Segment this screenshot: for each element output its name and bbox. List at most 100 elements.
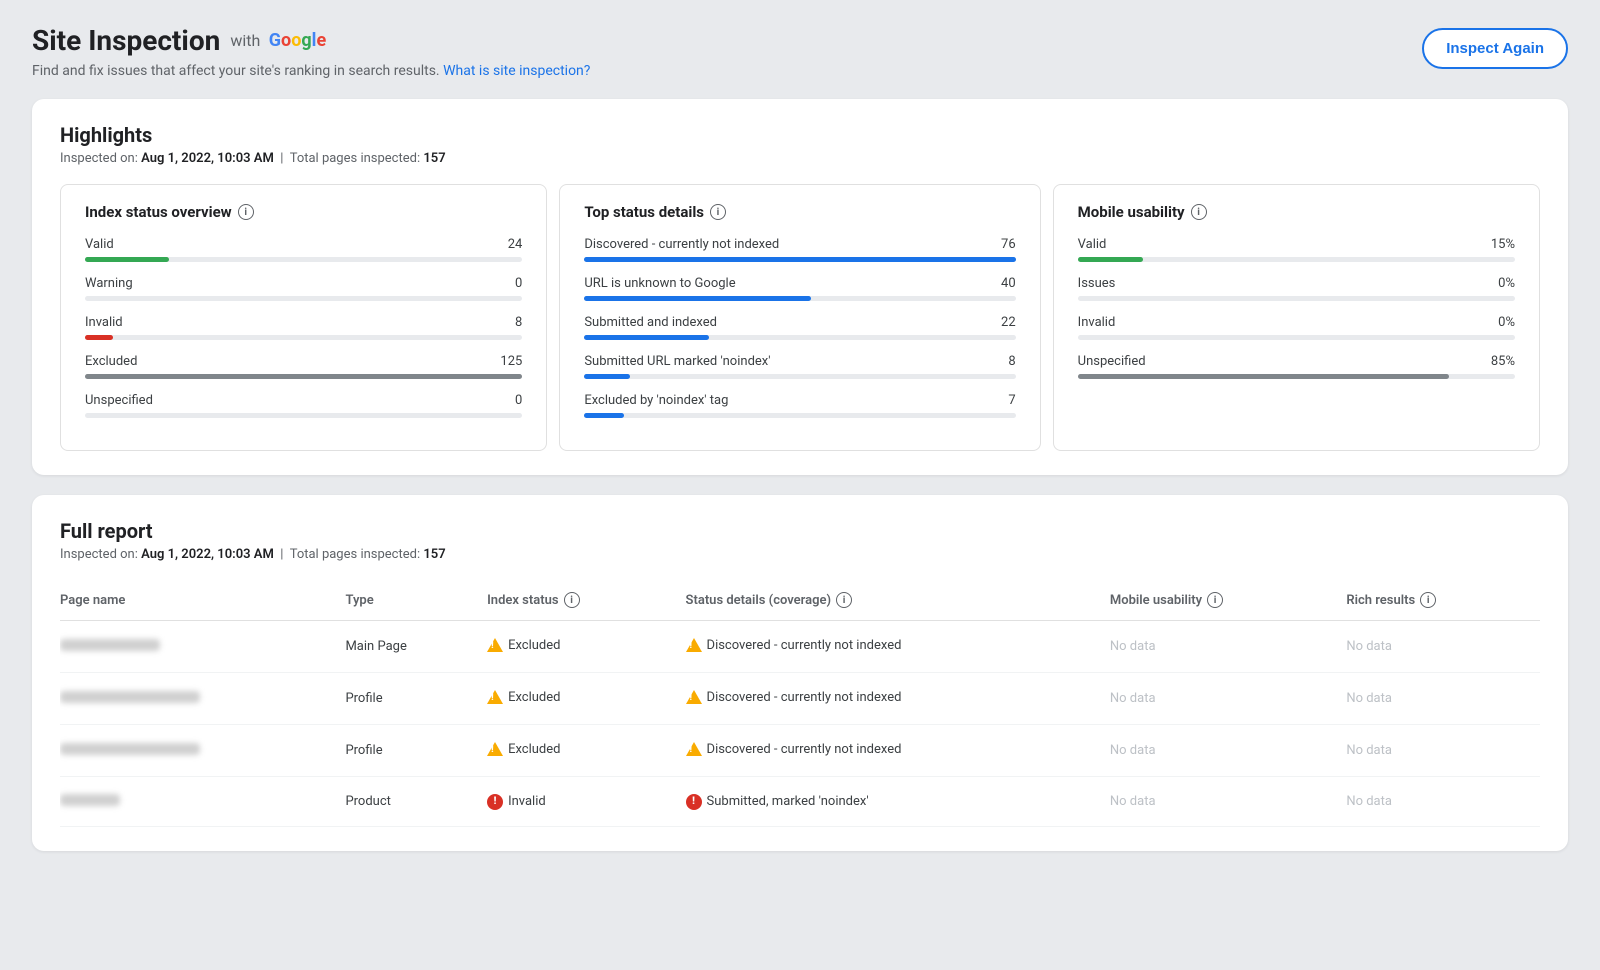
what-is-site-inspection-link[interactable]: What is site inspection? <box>443 63 590 79</box>
bar-fill <box>584 257 1015 262</box>
bar-track <box>584 257 1015 262</box>
mobile-usability-section: Mobile usability i Valid 15% Issues 0% I… <box>1053 184 1540 451</box>
bar-row: Excluded by 'noindex' tag 7 <box>584 393 1015 418</box>
cell-index-status: Excluded <box>487 725 685 777</box>
index-status-title: Index status overview i <box>85 203 522 221</box>
cell-status-details: Discovered - currently not indexed <box>686 673 1110 725</box>
google-logo: Google <box>264 30 326 51</box>
cell-mobile-usability: No data <box>1110 777 1346 827</box>
mobile-usability-col-icon[interactable]: i <box>1207 592 1223 608</box>
bar-row: Discovered - currently not indexed 76 <box>584 237 1015 262</box>
bar-label: Excluded by 'noindex' tag <box>584 393 728 408</box>
bar-label: Invalid <box>1078 315 1116 330</box>
status-badge-warning: Excluded <box>487 689 560 705</box>
col-index-status: Index status i <box>487 580 685 621</box>
bar-label: Excluded <box>85 354 137 369</box>
status-details-badge-warning: Discovered - currently not indexed <box>686 741 902 757</box>
table-body: Main Page Excluded Discovered - currentl… <box>60 621 1540 827</box>
bar-value: 0 <box>515 276 522 291</box>
bar-label: Submitted and indexed <box>584 315 717 330</box>
warning-icon <box>686 741 702 757</box>
top-status-bars: Discovered - currently not indexed 76 UR… <box>584 237 1015 418</box>
cell-index-status: Excluded <box>487 673 685 725</box>
bar-fill <box>85 374 522 379</box>
error-icon: ! <box>487 794 503 810</box>
bar-track <box>584 296 1015 301</box>
blurred-page-name <box>60 794 120 806</box>
bar-value: 0% <box>1498 315 1515 330</box>
status-details-badge-error: ! Submitted, marked 'noindex' <box>686 794 869 810</box>
table-row[interactable]: Product! Invalid! Submitted, marked 'noi… <box>60 777 1540 827</box>
no-data-rich: No data <box>1346 639 1392 654</box>
bar-label: URL is unknown to Google <box>584 276 735 291</box>
bar-row: Issues 0% <box>1078 276 1515 301</box>
bar-fill <box>1078 257 1144 262</box>
bar-track <box>85 296 522 301</box>
top-status-section: Top status details i Discovered - curren… <box>559 184 1040 451</box>
top-status-info-icon[interactable]: i <box>710 204 726 220</box>
bar-fill <box>584 374 629 379</box>
table-row[interactable]: Main Page Excluded Discovered - currentl… <box>60 621 1540 673</box>
cell-page-name <box>60 673 345 725</box>
bar-row: Unspecified 85% <box>1078 354 1515 379</box>
bar-value: 0% <box>1498 276 1515 291</box>
page-header: Site Inspection with Google Find and fix… <box>32 24 1568 79</box>
warning-icon <box>686 637 702 653</box>
bar-fill <box>1078 374 1450 379</box>
cell-index-status: Excluded <box>487 621 685 673</box>
inspect-again-button[interactable]: Inspect Again <box>1422 28 1568 69</box>
cell-mobile-usability: No data <box>1110 673 1346 725</box>
bar-value: 15% <box>1491 237 1515 252</box>
cell-rich-results: No data <box>1346 621 1540 673</box>
bar-value: 8 <box>515 315 522 330</box>
bar-label: Valid <box>1078 237 1107 252</box>
blurred-page-name <box>60 639 160 651</box>
bar-track <box>85 257 522 262</box>
cell-status-details: Discovered - currently not indexed <box>686 621 1110 673</box>
rich-results-col-icon[interactable]: i <box>1420 592 1436 608</box>
cell-page-name <box>60 621 345 673</box>
triangle-icon <box>487 638 503 652</box>
bar-row: Invalid 0% <box>1078 315 1515 340</box>
no-data-rich: No data <box>1346 691 1392 706</box>
top-status-title: Top status details i <box>584 203 1015 221</box>
bar-track <box>584 335 1015 340</box>
cell-status-details: Discovered - currently not indexed <box>686 725 1110 777</box>
bar-value: 22 <box>1001 315 1016 330</box>
triangle-icon <box>686 690 702 704</box>
bar-value: 0 <box>515 393 522 408</box>
index-status-col-icon[interactable]: i <box>564 592 580 608</box>
cell-mobile-usability: No data <box>1110 621 1346 673</box>
cell-type: Profile <box>345 725 487 777</box>
full-report-card: Full report Inspected on: Aug 1, 2022, 1… <box>32 495 1568 851</box>
bar-fill <box>584 296 811 301</box>
page-title: Site Inspection <box>32 24 220 57</box>
bar-track <box>1078 374 1515 379</box>
bar-label: Submitted URL marked 'noindex' <box>584 354 770 369</box>
bar-track <box>584 374 1015 379</box>
bar-track <box>1078 296 1515 301</box>
bar-row: Valid 24 <box>85 237 522 262</box>
no-data-rich: No data <box>1346 794 1392 809</box>
with-google-label: with Google <box>230 30 326 51</box>
triangle-icon <box>487 742 503 756</box>
cell-page-name <box>60 725 345 777</box>
index-status-info-icon[interactable]: i <box>238 204 254 220</box>
cell-mobile-usability: No data <box>1110 725 1346 777</box>
bar-label: Issues <box>1078 276 1116 291</box>
triangle-icon <box>487 690 503 704</box>
triangle-icon <box>686 742 702 756</box>
mobile-usability-info-icon[interactable]: i <box>1191 204 1207 220</box>
bar-fill <box>85 335 113 340</box>
bar-label: Unspecified <box>85 393 153 408</box>
status-badge-warning: Excluded <box>487 637 560 653</box>
warning-icon <box>686 689 702 705</box>
table-row[interactable]: Profile Excluded Discovered - currently … <box>60 725 1540 777</box>
table-row[interactable]: Profile Excluded Discovered - currently … <box>60 673 1540 725</box>
bar-track <box>85 413 522 418</box>
mobile-usability-bars: Valid 15% Issues 0% Invalid 0% <box>1078 237 1515 379</box>
no-data-mobile: No data <box>1110 639 1156 654</box>
full-report-table: Page name Type Index status i Status det… <box>60 580 1540 827</box>
status-details-col-icon[interactable]: i <box>836 592 852 608</box>
highlights-meta: Inspected on: Aug 1, 2022, 10:03 AM | To… <box>60 151 1540 166</box>
